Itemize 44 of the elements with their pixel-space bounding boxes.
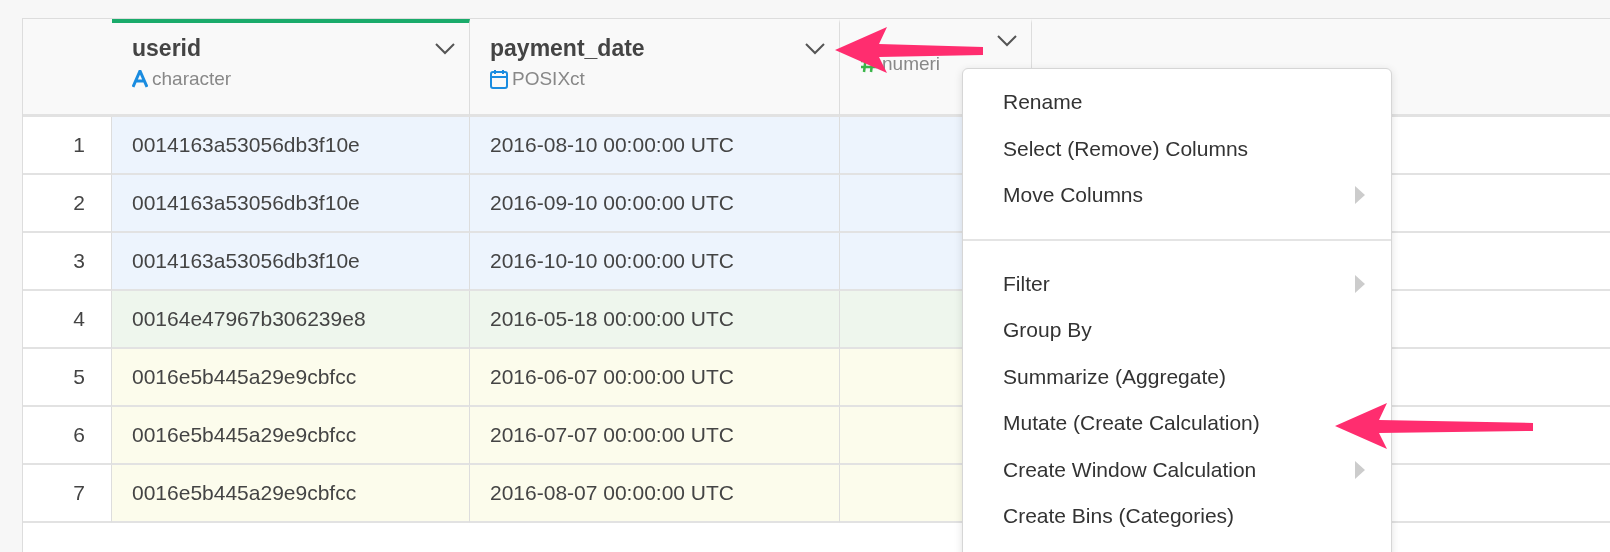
- menu-item[interactable]: Move Columns: [963, 172, 1391, 219]
- menu-item[interactable]: Summarize (Aggregate): [963, 353, 1391, 400]
- column-name: userid: [132, 35, 202, 62]
- row-number: 3: [23, 233, 112, 291]
- row-number: 2: [23, 175, 112, 233]
- chevron-down-icon[interactable]: [997, 35, 1017, 47]
- menu-item[interactable]: Create Window Calculation: [963, 446, 1391, 493]
- row-number: 1: [23, 117, 112, 175]
- submenu-arrow-icon: [1355, 460, 1365, 479]
- row-number: 7: [23, 465, 112, 523]
- column-type: numeri: [882, 53, 941, 75]
- table-cell: 2016-07-07 00:00:00 UTC: [470, 407, 840, 465]
- table-cell: 2016-06-07 00:00:00 UTC: [470, 349, 840, 407]
- table-cell: 0014163a53056db3f10e: [112, 175, 470, 233]
- menu-item[interactable]: Select (Remove) Columns: [963, 125, 1391, 172]
- table-cell: 2016-09-10 00:00:00 UTC: [470, 175, 840, 233]
- row-number: 6: [23, 407, 112, 465]
- submenu-arrow-icon: [1355, 274, 1365, 293]
- column-name: payment_date: [490, 35, 645, 62]
- menu-item[interactable]: Group By: [963, 307, 1391, 354]
- row-number: 4: [23, 291, 112, 349]
- table-cell: 2016-08-10 00:00:00 UTC: [470, 117, 840, 175]
- table-cell: 2016-10-10 00:00:00 UTC: [470, 233, 840, 291]
- table-cell: 2016-08-07 00:00:00 UTC: [470, 465, 840, 523]
- table-cell: 0014163a53056db3f10e: [112, 233, 470, 291]
- row-number: 5: [23, 349, 112, 407]
- table-cell: 0016e5b445a29e9cbfcc: [112, 465, 470, 523]
- menu-item[interactable]: Create Bins (Categories): [963, 493, 1391, 540]
- chevron-down-icon[interactable]: [805, 42, 825, 55]
- column-type: POSIXct: [512, 68, 585, 90]
- column-header[interactable]: userid character: [112, 19, 470, 117]
- table-cell: 00164e47967b306239e8: [112, 291, 470, 349]
- menu-item[interactable]: Filter: [963, 260, 1391, 307]
- table-cell: 0016e5b445a29e9cbfcc: [112, 349, 470, 407]
- table-cell: 0016e5b445a29e9cbfcc: [112, 407, 470, 465]
- column-header[interactable]: payment_date POSIXct: [470, 19, 840, 117]
- column-type: character: [152, 68, 232, 90]
- calendar-icon: [490, 69, 508, 89]
- chevron-down-icon[interactable]: [435, 42, 455, 55]
- letter-a-icon: [132, 70, 148, 88]
- submenu-arrow-icon: [1355, 186, 1365, 205]
- table-cell: 0014163a53056db3f10e: [112, 117, 470, 175]
- menu-item[interactable]: Mutate (Create Calculation): [963, 400, 1391, 447]
- table-cell: 2016-05-18 00:00:00 UTC: [470, 291, 840, 349]
